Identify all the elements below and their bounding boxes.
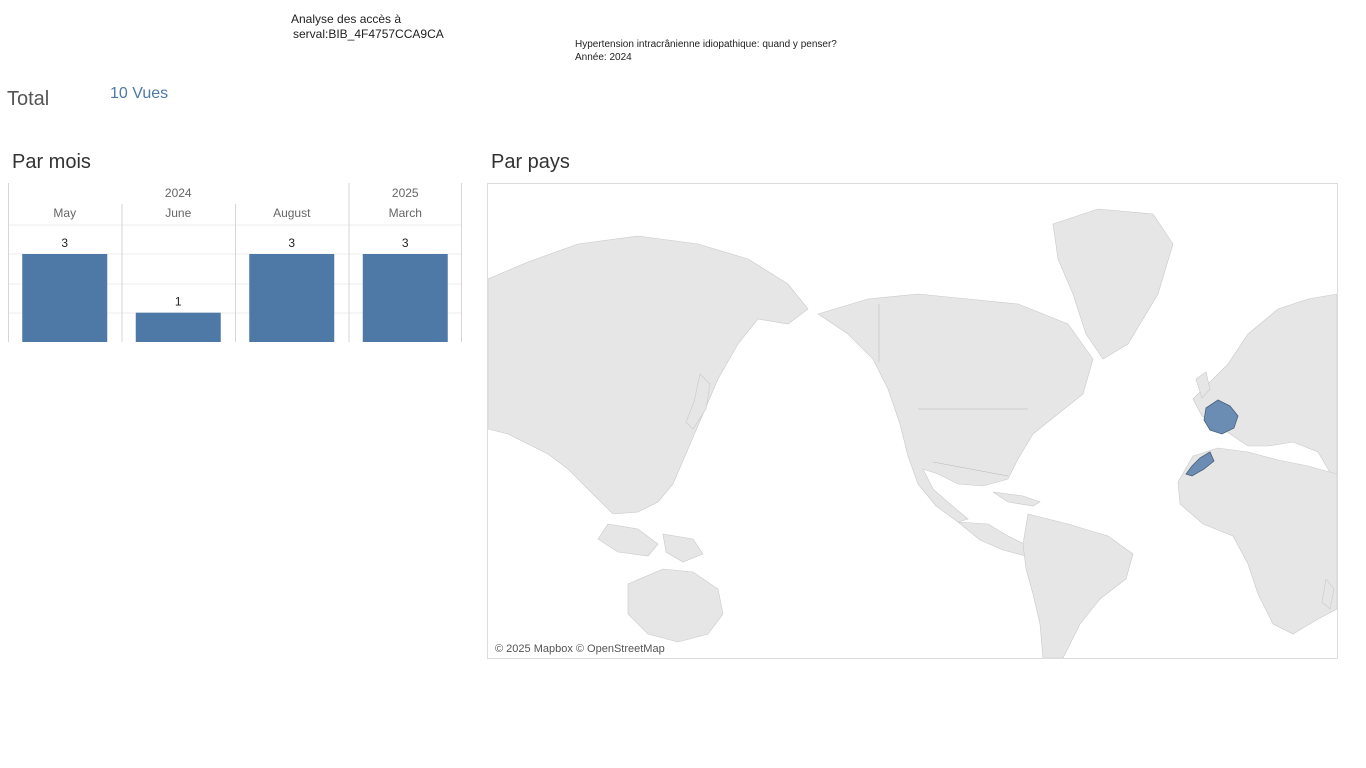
bar-value-label: 3	[61, 236, 68, 250]
map-attribution: © 2025 Mapbox © OpenStreetMap	[495, 643, 665, 655]
access-title-line1: Analyse des accès à	[291, 12, 402, 26]
by-country-title: Par pays	[491, 151, 570, 173]
access-title-identifier: serval:BIB_4F4757CCA9CA	[293, 27, 444, 41]
by-month-title: Par mois	[12, 151, 91, 173]
bar-value-label: 1	[175, 295, 182, 309]
bar-value-label: 3	[402, 236, 409, 250]
bar-march	[362, 254, 448, 342]
month-label: March	[389, 206, 422, 220]
document-info: Hypertension intracrânienne idiopathique…	[575, 38, 837, 64]
bar-may	[22, 254, 108, 342]
world-map[interactable]: © 2025 Mapbox © OpenStreetMap	[487, 183, 1338, 659]
year-header-label: 2024	[165, 186, 192, 200]
total-value: 10 Vues	[110, 85, 169, 102]
bar-august	[249, 254, 335, 342]
map-canvas	[488, 184, 1337, 658]
year-header-label: 2025	[392, 186, 419, 200]
access-title: Analyse des accès à serval:BIB_4F4757CCA…	[291, 12, 444, 42]
bar-value-label: 3	[288, 236, 295, 250]
month-label: June	[165, 206, 191, 220]
month-label: May	[53, 206, 76, 220]
monthly-bar-chart: 2024 2025 May 3 June 1 August 3 March 3	[8, 183, 462, 342]
month-label: August	[273, 206, 311, 220]
bar-june	[135, 312, 221, 342]
total-label: Total	[7, 88, 50, 110]
document-title: Hypertension intracrânienne idiopathique…	[575, 39, 837, 50]
document-year: Année: 2024	[575, 52, 632, 63]
